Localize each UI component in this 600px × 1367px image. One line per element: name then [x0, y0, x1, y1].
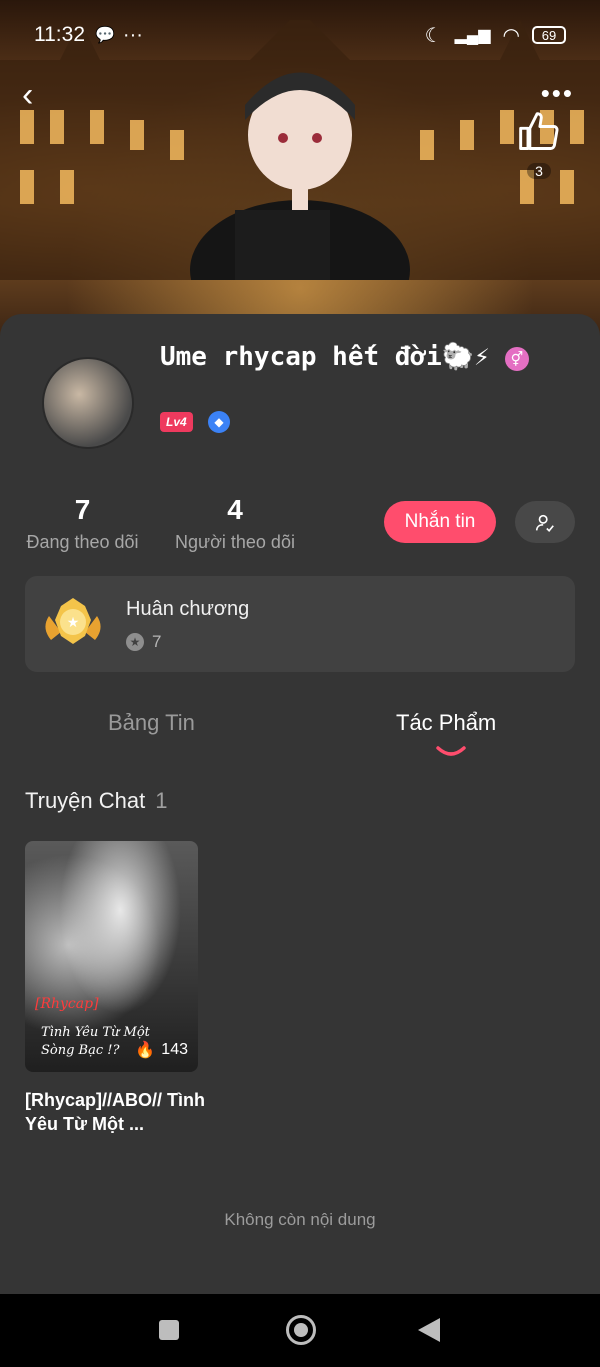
medal-title: Huân chương: [126, 598, 250, 620]
star-icon: ★: [126, 633, 144, 651]
followers-stat[interactable]: 4 Người theo dõi: [175, 494, 295, 553]
signal-icon: ▂▄▆: [454, 27, 491, 44]
medal-icon: ★: [45, 598, 101, 644]
avatar[interactable]: [42, 357, 134, 449]
section-header: Truyện Chat 1: [25, 788, 168, 814]
story-title[interactable]: [Rhycap]//ABO// Tình Yêu Từ Một ...: [25, 1088, 205, 1136]
fire-icon: 🔥: [135, 1042, 156, 1059]
like-button[interactable]: 3: [516, 110, 562, 181]
story-views: 🔥 143: [135, 1040, 188, 1060]
more-options-button[interactable]: •••: [541, 78, 574, 109]
following-count: 7: [74, 494, 91, 525]
story-cover-tag: [Rhycap]: [35, 996, 99, 1012]
medal-count-row: ★ 7: [126, 632, 161, 652]
home-button[interactable]: [286, 1315, 316, 1345]
chat-notification-icon: 💬: [95, 27, 115, 44]
system-navigation-bar: [0, 1294, 600, 1367]
recent-apps-button[interactable]: [159, 1320, 179, 1340]
gender-icon: ⚥: [505, 347, 529, 371]
more-notifications-icon: ···: [122, 23, 143, 46]
thumbs-up-icon: [519, 112, 559, 150]
level-badge: Lv4: [160, 412, 193, 432]
active-tab-indicator: [436, 746, 466, 756]
follow-button[interactable]: [515, 501, 575, 543]
message-button[interactable]: Nhắn tin: [384, 501, 496, 543]
followers-label: Người theo dõi: [175, 532, 295, 552]
back-button[interactable]: ‹: [22, 78, 33, 112]
tab-news[interactable]: Bảng Tin: [108, 710, 195, 736]
status-time: 11:32: [34, 23, 85, 46]
profile-tabs: Bảng Tin Tác Phẩm: [0, 710, 600, 760]
like-count: 3: [527, 163, 551, 179]
medal-count: 7: [152, 632, 162, 651]
section-title: Truyện Chat: [25, 788, 146, 813]
status-bar: 11:32 💬 ··· ☾ ▂▄▆ ◠ 69: [0, 0, 600, 70]
user-check-icon: [535, 514, 554, 532]
tab-works[interactable]: Tác Phẩm: [396, 710, 496, 736]
following-stat[interactable]: 7 Đang theo dõi: [25, 494, 140, 553]
battery-indicator: 69: [532, 26, 566, 44]
story-cover[interactable]: [Rhycap] Tình Yêu Từ Một Sòng Bạc !? 🔥 1…: [25, 841, 198, 1072]
svg-text:★: ★: [67, 614, 80, 630]
profile-username: Ume rhycap hết đời🐑⚡: [160, 342, 490, 372]
moon-icon: ☾: [424, 24, 443, 47]
followers-count: 4: [227, 494, 243, 525]
section-count: 1: [155, 788, 168, 813]
profile-card: Ume rhycap hết đời🐑⚡ ⚥ Lv4 ◆ 7 Đang theo…: [0, 314, 600, 1294]
wifi-icon: ◠: [502, 24, 520, 47]
end-of-content-text: Không còn nội dung: [224, 1210, 376, 1229]
verified-icon: ◆: [208, 411, 230, 433]
top-navigation: ‹ •••: [0, 70, 600, 120]
story-view-count: 143: [161, 1041, 188, 1058]
following-label: Đang theo dõi: [26, 532, 139, 552]
medal-panel[interactable]: ★ Huân chương ★ 7: [25, 576, 575, 672]
system-back-button[interactable]: [418, 1318, 440, 1342]
